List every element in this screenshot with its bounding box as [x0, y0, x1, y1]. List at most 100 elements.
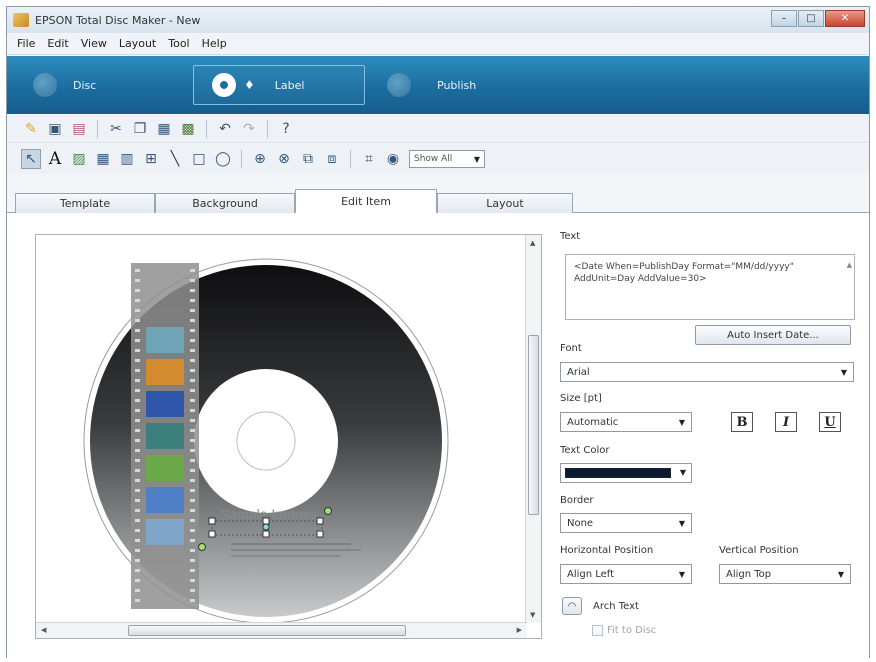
italic-button[interactable]: I	[775, 412, 797, 432]
resize-handle[interactable]	[316, 517, 324, 525]
menu-file[interactable]: File	[11, 37, 41, 50]
scroll-right-icon[interactable]: ▶	[517, 626, 522, 634]
menu-view[interactable]: View	[75, 37, 113, 50]
mode-disc-button[interactable]: Disc	[33, 65, 96, 105]
text-line	[231, 549, 361, 551]
resize-handle[interactable]	[208, 517, 216, 525]
arc-handle[interactable]	[324, 507, 332, 515]
fit-to-disc-checkbox[interactable]	[592, 625, 603, 636]
resize-handle[interactable]	[262, 530, 270, 538]
border-select[interactable]: None ▼	[560, 513, 692, 533]
image-tool-icon[interactable]: ▨	[69, 149, 89, 169]
mode-label-label: Label	[274, 78, 305, 92]
rectangle-tool-icon[interactable]: □	[189, 149, 209, 169]
text-label: Text	[560, 231, 581, 242]
vertical-position-select[interactable]: Align Top ▼	[719, 564, 851, 584]
tab-strip: Template Background Edit Item Layout	[15, 189, 573, 213]
delete-icon[interactable]: ▩	[178, 119, 198, 139]
open-icon[interactable]: ✎	[21, 119, 41, 139]
app-window: EPSON Total Disc Maker - New – □ ✕ File …	[6, 6, 870, 659]
ellipse-tool-icon[interactable]: ◯	[213, 149, 233, 169]
underline-button[interactable]: U	[819, 412, 841, 432]
design-canvas[interactable]: Sample Images ▲ ▼ ◀ ▶	[35, 234, 542, 639]
chart-tool-icon[interactable]: ⊞	[141, 149, 161, 169]
tab-background[interactable]: Background	[155, 193, 295, 213]
toolbar-separator	[267, 119, 268, 138]
align-vertical-icon[interactable]: ⊗	[274, 149, 294, 169]
vertical-scroll-thumb[interactable]	[528, 335, 539, 515]
tab-background-label: Background	[192, 197, 258, 210]
table-tool-icon[interactable]: ▦	[93, 149, 113, 169]
menu-help[interactable]: Help	[196, 37, 233, 50]
close-button[interactable]: ✕	[825, 10, 865, 27]
cut-icon[interactable]: ✂	[106, 119, 126, 139]
tab-layout[interactable]: Layout	[437, 193, 573, 213]
chevron-down-icon: ▼	[678, 518, 685, 528]
tab-edit-item[interactable]: Edit Item	[295, 189, 437, 213]
menu-edit[interactable]: Edit	[41, 37, 74, 50]
mode-publish-button[interactable]: Publish	[387, 65, 476, 105]
scroll-down-icon[interactable]: ▼	[530, 611, 535, 619]
resize-handle[interactable]	[316, 530, 324, 538]
resize-handle[interactable]	[262, 517, 270, 525]
text-input-value: <Date When=PublishDay Format="MM/dd/yyyy…	[574, 262, 794, 284]
arch-text-button[interactable]: ◠	[562, 597, 582, 615]
size-select-value: Automatic	[567, 416, 619, 428]
bring-front-icon[interactable]: ⧉	[298, 149, 318, 169]
help-icon[interactable]: ?	[276, 119, 296, 139]
text-line	[231, 555, 341, 557]
text-color-picker[interactable]: ▼	[560, 463, 692, 483]
border-select-value: None	[567, 517, 594, 529]
textarea-scroll-icon[interactable]: ▲	[847, 259, 852, 271]
edit-toolbar: ↖ A ▨ ▦ ▥ ⊞ ╲ □ ◯ ⊕ ⊗ ⧉ ⧈ ⌗ ◉ Show All ▼	[7, 144, 869, 174]
paste-icon[interactable]: ▦	[154, 119, 174, 139]
mode-publish-label: Publish	[437, 78, 477, 92]
menu-tool[interactable]: Tool	[162, 37, 195, 50]
disc-hub	[194, 369, 338, 513]
select-tool-icon[interactable]: ↖	[21, 149, 41, 169]
line-tool-icon[interactable]: ╲	[165, 149, 185, 169]
horizontal-scrollbar[interactable]: ◀ ▶	[36, 622, 527, 638]
fit-to-disc-label: Fit to Disc	[607, 625, 657, 636]
horizontal-scroll-thumb[interactable]	[128, 625, 406, 636]
chevron-down-icon: ▼	[678, 417, 685, 427]
redo-icon[interactable]: ↷	[239, 119, 259, 139]
crop-icon[interactable]: ⌗	[359, 149, 379, 169]
mode-label-button[interactable]: ♦ Label	[193, 65, 365, 105]
menu-bar: File Edit View Layout Tool Help	[7, 33, 869, 55]
show-all-select[interactable]: Show All ▼	[409, 150, 485, 168]
save-icon[interactable]: ▣	[45, 119, 65, 139]
horizontal-position-select[interactable]: Align Left ▼	[560, 564, 692, 584]
send-back-icon[interactable]: ⧈	[322, 149, 342, 169]
barcode-tool-icon[interactable]: ▥	[117, 149, 137, 169]
tab-template[interactable]: Template	[15, 193, 155, 213]
photo-frame	[146, 423, 184, 449]
size-select[interactable]: Automatic ▼	[560, 412, 692, 432]
toolbar-separator	[241, 150, 242, 168]
undo-icon[interactable]: ↶	[215, 119, 235, 139]
menu-layout[interactable]: Layout	[113, 37, 162, 50]
toolbar-separator	[350, 150, 351, 168]
arc-handle[interactable]	[198, 543, 206, 551]
vertical-scrollbar[interactable]: ▲ ▼	[525, 235, 541, 623]
photo-frame	[146, 487, 184, 513]
scroll-up-icon[interactable]: ▲	[530, 239, 535, 247]
resize-handle[interactable]	[208, 530, 216, 538]
print-icon[interactable]: ▤	[69, 119, 89, 139]
font-select[interactable]: Arial ▼	[560, 362, 854, 382]
bold-button[interactable]: B	[731, 412, 753, 432]
copy-icon[interactable]: ❐	[130, 119, 150, 139]
vertical-position-label: Vertical Position	[719, 545, 799, 556]
scroll-left-icon[interactable]: ◀	[41, 626, 46, 634]
toolbar-separator	[206, 119, 207, 138]
minimize-button[interactable]: –	[771, 10, 797, 27]
text-tool-icon[interactable]: A	[45, 149, 65, 169]
disc-view-icon[interactable]: ◉	[383, 149, 403, 169]
auto-insert-date-button[interactable]: Auto Insert Date...	[695, 325, 851, 345]
rotation-handle[interactable]	[262, 523, 270, 531]
text-input[interactable]: <Date When=PublishDay Format="MM/dd/yyyy…	[565, 254, 855, 320]
tab-template-label: Template	[59, 197, 111, 210]
maximize-button[interactable]: □	[798, 10, 824, 27]
align-horizontal-icon[interactable]: ⊕	[250, 149, 270, 169]
window-title: EPSON Total Disc Maker - New	[35, 13, 201, 27]
